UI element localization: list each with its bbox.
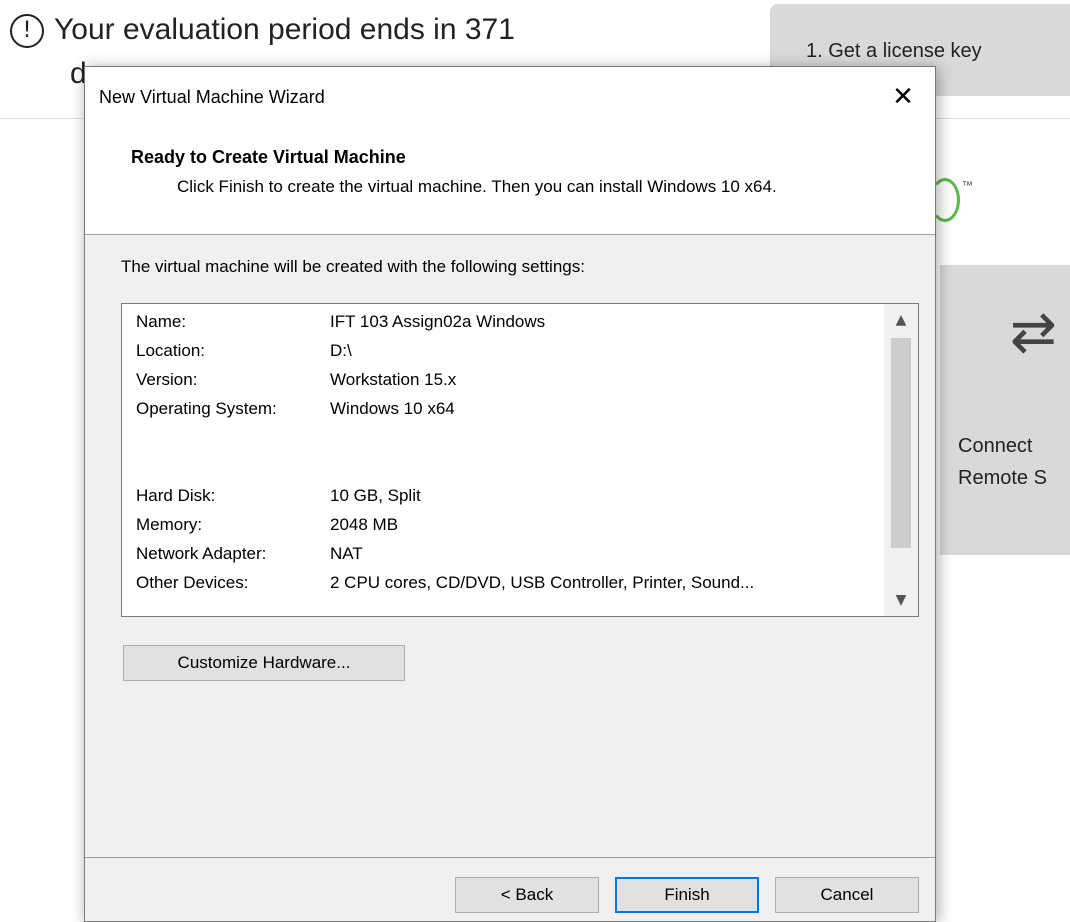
connect-remote-server-tile[interactable]: ⇄ Connect Remote S xyxy=(940,265,1070,555)
settings-row-network: Network Adapter: NAT xyxy=(136,544,876,573)
scroll-down-icon[interactable]: ▼ xyxy=(884,584,918,616)
setting-value: Workstation 15.x xyxy=(330,370,457,389)
setting-value: IFT 103 Assign02a Windows xyxy=(330,312,546,331)
setting-value: 10 GB, Split xyxy=(330,486,421,505)
close-icon[interactable]: ✕ xyxy=(885,79,921,115)
settings-scrollbar[interactable]: ▲ ▼ xyxy=(884,304,918,616)
wizard-step-title: Ready to Create Virtual Machine xyxy=(131,147,406,167)
settings-row-other-devices: Other Devices: 2 CPU cores, CD/DVD, USB … xyxy=(136,573,876,602)
settings-row-version: Version: Workstation 15.x xyxy=(136,370,876,399)
dialog-titlebar[interactable]: New Virtual Machine Wizard ✕ xyxy=(85,67,935,129)
settings-summary-list[interactable]: Name: IFT 103 Assign02a Windows Location… xyxy=(121,303,919,617)
setting-key: Network Adapter: xyxy=(136,544,267,563)
settings-row-memory: Memory: 2048 MB xyxy=(136,515,876,544)
setting-key: Hard Disk: xyxy=(136,486,216,505)
back-button[interactable]: < Back xyxy=(455,877,599,913)
wizard-header: Ready to Create Virtual Machine Click Fi… xyxy=(85,129,935,235)
settings-row-spacer xyxy=(136,428,876,486)
customize-hardware-button[interactable]: Customize Hardware... xyxy=(123,645,405,681)
setting-key: Name: xyxy=(136,312,187,331)
setting-key: Operating System: xyxy=(136,399,277,418)
settings-row-os: Operating System: Windows 10 x64 xyxy=(136,399,876,428)
wizard-step-description: Click Finish to create the virtual machi… xyxy=(177,177,777,196)
settings-rows: Name: IFT 103 Assign02a Windows Location… xyxy=(136,312,876,602)
trademark-mark: ™ xyxy=(962,180,973,192)
evaluation-notice: Your evaluation period ends in 371 xyxy=(54,13,515,46)
setting-key: Other Devices: xyxy=(136,573,249,592)
connect-remote-label: Connect Remote S xyxy=(958,430,1047,494)
scroll-thumb[interactable] xyxy=(891,338,911,548)
settings-row-name: Name: IFT 103 Assign02a Windows xyxy=(136,312,876,341)
info-circle-icon: ! xyxy=(10,14,44,48)
new-vm-wizard-dialog: New Virtual Machine Wizard ✕ Ready to Cr… xyxy=(84,66,936,922)
dialog-title: New Virtual Machine Wizard xyxy=(99,87,325,107)
setting-value: 2048 MB xyxy=(330,515,399,534)
settings-row-location: Location: D:\ xyxy=(136,341,876,370)
setting-key: Version: xyxy=(136,370,198,389)
cancel-button[interactable]: Cancel xyxy=(775,877,919,913)
settings-row-hard-disk: Hard Disk: 10 GB, Split xyxy=(136,486,876,515)
setting-value: D:\ xyxy=(330,341,352,360)
settings-intro: The virtual machine will be created with… xyxy=(121,257,585,276)
footer-divider xyxy=(85,857,935,858)
scroll-up-icon[interactable]: ▲ xyxy=(884,304,918,336)
connect-label-line2: Remote S xyxy=(958,467,1047,489)
setting-value: Windows 10 x64 xyxy=(330,399,455,418)
setting-value: 2 CPU cores, CD/DVD, USB Controller, Pri… xyxy=(330,573,755,592)
connect-label-line1: Connect xyxy=(958,435,1033,457)
swap-arrows-icon: ⇄ xyxy=(1010,300,1057,365)
setting-key: Memory: xyxy=(136,515,203,534)
setting-value: NAT xyxy=(330,544,363,563)
setting-key: Location: xyxy=(136,341,205,360)
finish-button[interactable]: Finish xyxy=(615,877,759,913)
